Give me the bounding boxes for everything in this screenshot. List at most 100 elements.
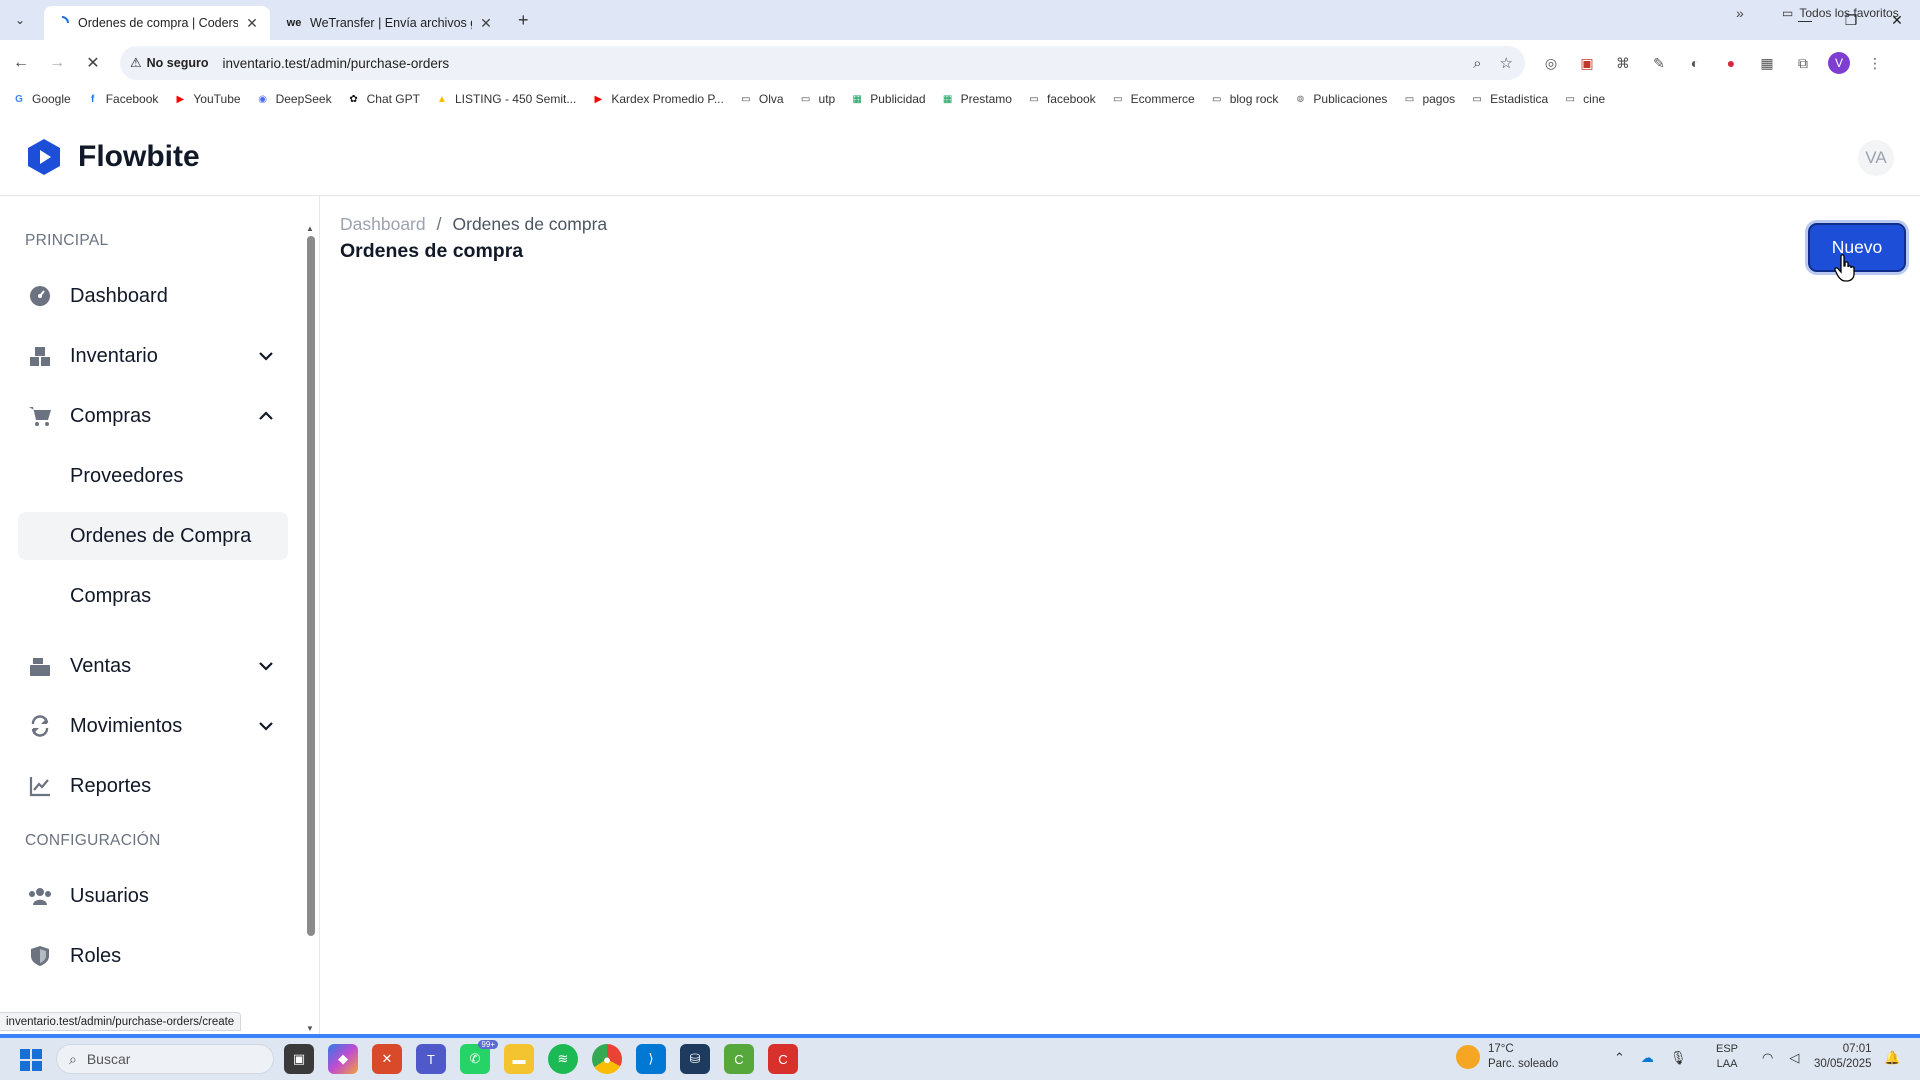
- youtube-icon: ▶: [176, 93, 185, 105]
- sidebar-item-compras[interactable]: Compras: [18, 392, 288, 440]
- zoom-icon[interactable]: ⌕: [1473, 55, 1481, 72]
- app-c-red-icon[interactable]: C: [768, 1044, 798, 1074]
- bookmark-item[interactable]: G Google: [12, 92, 71, 106]
- tab-search-chevron-icon[interactable]: ⌄: [8, 8, 32, 32]
- wifi-icon[interactable]: ◠: [1762, 1050, 1773, 1066]
- brand-name: Flowbite: [78, 140, 200, 173]
- task-view-icon[interactable]: ▣: [284, 1044, 314, 1074]
- stop-icon[interactable]: ✕: [80, 50, 106, 76]
- onedrive-icon[interactable]: ☁: [1641, 1050, 1654, 1066]
- bookmark-item[interactable]: ▭ cine: [1563, 92, 1605, 106]
- qr-code-icon[interactable]: ▦: [1756, 52, 1778, 74]
- bookmark-item[interactable]: ▦ Prestamo: [941, 92, 1012, 106]
- menu-dots-icon[interactable]: ⋮: [1864, 52, 1886, 74]
- bookmark-item[interactable]: ◉ DeepSeek: [256, 92, 331, 106]
- address-bar[interactable]: ⚠ No seguro inventario.test/admin/purcha…: [120, 46, 1525, 80]
- sidebar-item-compras-sub[interactable]: Compras: [18, 572, 288, 620]
- volume-icon[interactable]: ◁: [1789, 1050, 1799, 1066]
- bookmark-label: Estadistica: [1490, 92, 1549, 106]
- puzzle-icon[interactable]: ⧉: [1792, 52, 1814, 74]
- windows-start-icon[interactable]: [20, 1049, 42, 1071]
- whatsapp-icon[interactable]: ✆ 99+: [460, 1040, 498, 1074]
- extension-code-icon[interactable]: ⌘: [1612, 52, 1634, 74]
- vscode-icon[interactable]: ⟩: [636, 1044, 666, 1074]
- extension-icon[interactable]: ◎: [1540, 52, 1562, 74]
- bookmark-item[interactable]: ▭ Olva: [739, 92, 783, 106]
- sidebar-item-ordenes-de-compra[interactable]: Ordenes de Compra: [18, 512, 288, 560]
- chrome-icon[interactable]: ●: [592, 1044, 622, 1074]
- extension-icon[interactable]: ◐: [1684, 52, 1706, 74]
- file-explorer-icon[interactable]: ▬: [504, 1044, 534, 1074]
- scroll-down-icon[interactable]: ▼: [306, 1024, 314, 1033]
- sidebar-item-label: Proveedores: [70, 464, 184, 487]
- clock[interactable]: 07:01 30/05/2025: [1814, 1042, 1872, 1072]
- sidebar-item-proveedores[interactable]: Proveedores: [18, 452, 288, 500]
- sidebar-item-dashboard[interactable]: Dashboard: [18, 272, 288, 320]
- forward-icon[interactable]: →: [44, 50, 70, 76]
- profile-avatar[interactable]: V: [1828, 52, 1850, 74]
- scrollbar-thumb[interactable]: [307, 236, 315, 936]
- google-icon: G: [15, 93, 23, 105]
- bookmark-item[interactable]: ▭ Ecommerce: [1111, 92, 1195, 106]
- cash-register-icon: [28, 654, 52, 678]
- bookmark-star-icon[interactable]: ☆: [1500, 54, 1513, 72]
- chevron-up-icon[interactable]: ⌃: [1614, 1050, 1625, 1066]
- bookmark-item[interactable]: ▭ blog rock: [1210, 92, 1278, 106]
- sidebar-scrollbar[interactable]: ▲ ▼: [305, 224, 317, 1034]
- xampp-icon[interactable]: ✕: [372, 1044, 402, 1074]
- teams-icon[interactable]: T: [416, 1044, 446, 1074]
- new-tab-icon[interactable]: +: [518, 10, 529, 31]
- bookmark-item[interactable]: ▭ utp: [799, 92, 835, 106]
- more-bookmarks-icon[interactable]: »: [1736, 5, 1744, 21]
- copilot-icon[interactable]: ◆: [328, 1044, 358, 1074]
- bookmark-item[interactable]: ✿ Chat GPT: [347, 92, 420, 106]
- language-indicator[interactable]: ESP LAA: [1716, 1042, 1738, 1072]
- sidebar-item-ventas[interactable]: Ventas: [18, 642, 288, 690]
- bookmark-item[interactable]: ▲ LISTING - 450 Semit...: [435, 92, 576, 106]
- app-c-green-icon[interactable]: C: [724, 1044, 754, 1074]
- extension-badge-icon[interactable]: ▣: [1576, 52, 1598, 74]
- tab-ordenes-de-compra[interactable]: Ordenes de compra | Codersfre ✕: [44, 6, 270, 40]
- close-icon[interactable]: ✕: [478, 15, 494, 32]
- close-icon[interactable]: ✕: [244, 15, 260, 32]
- sidebar-item-usuarios[interactable]: Usuarios: [18, 872, 288, 920]
- brand-logo[interactable]: Flowbite: [24, 137, 200, 177]
- bookmark-item[interactable]: ▶ Kardex Promedio P...: [591, 92, 723, 106]
- bookmark-item[interactable]: ▭ pagos: [1402, 92, 1455, 106]
- taskbar-search[interactable]: ⌕ Buscar: [56, 1044, 274, 1074]
- notifications-icon[interactable]: 🔔: [1884, 1050, 1900, 1066]
- sidebar-item-reportes[interactable]: Reportes: [18, 762, 288, 810]
- sidebar-item-roles[interactable]: Roles: [18, 932, 288, 980]
- sidebar-item-inventario[interactable]: Inventario: [18, 332, 288, 380]
- bookmark-label: YouTube: [193, 92, 241, 106]
- sidebar-item-movimientos[interactable]: Movimientos: [18, 702, 288, 750]
- bookmark-item[interactable]: ⊚ Publicaciones: [1293, 92, 1387, 106]
- user-avatar[interactable]: VA: [1858, 140, 1894, 176]
- spotify-icon[interactable]: ≋: [548, 1044, 578, 1074]
- scroll-up-icon[interactable]: ▲: [306, 224, 314, 233]
- bookmark-label: cine: [1583, 92, 1606, 106]
- weather-widget[interactable]: 17°C Parc. soleado: [1456, 1042, 1558, 1072]
- bookmark-item[interactable]: ▭ Estadistica: [1470, 92, 1548, 106]
- bookmark-item[interactable]: ▭ facebook: [1027, 92, 1095, 106]
- folder-icon: ▭: [1404, 93, 1415, 105]
- tab-wetransfer[interactable]: we WeTransfer | Envía archivos gra ✕: [276, 6, 504, 40]
- bookmark-label: Publicidad: [870, 92, 926, 106]
- bookmark-label: pagos: [1422, 92, 1456, 106]
- security-indicator[interactable]: ⚠ No seguro: [130, 55, 208, 71]
- breadcrumb-dashboard-link[interactable]: Dashboard: [340, 214, 426, 235]
- main-content: Dashboard / Ordenes de compra Ordenes de…: [321, 196, 1920, 1034]
- back-icon[interactable]: ←: [8, 50, 34, 76]
- adblock-icon[interactable]: ●: [1720, 52, 1742, 74]
- loading-spinner-icon: [54, 15, 70, 31]
- url-text[interactable]: inventario.test/admin/purchase-orders: [222, 56, 449, 71]
- all-bookmarks-link[interactable]: ▭ Todos los favoritos: [1782, 6, 1899, 20]
- microphone-icon[interactable]: 🎙: [1670, 1050, 1687, 1066]
- bookmark-item[interactable]: f Facebook: [86, 92, 158, 106]
- new-order-button[interactable]: Nuevo: [1808, 223, 1906, 272]
- sql-tool-icon[interactable]: ⛁: [680, 1044, 710, 1074]
- bookmark-item[interactable]: ▶ YouTube: [173, 92, 241, 106]
- bookmark-label: Google: [32, 92, 71, 106]
- eyedropper-icon[interactable]: ✎: [1648, 52, 1670, 74]
- bookmark-item[interactable]: ▦ Publicidad: [850, 92, 926, 106]
